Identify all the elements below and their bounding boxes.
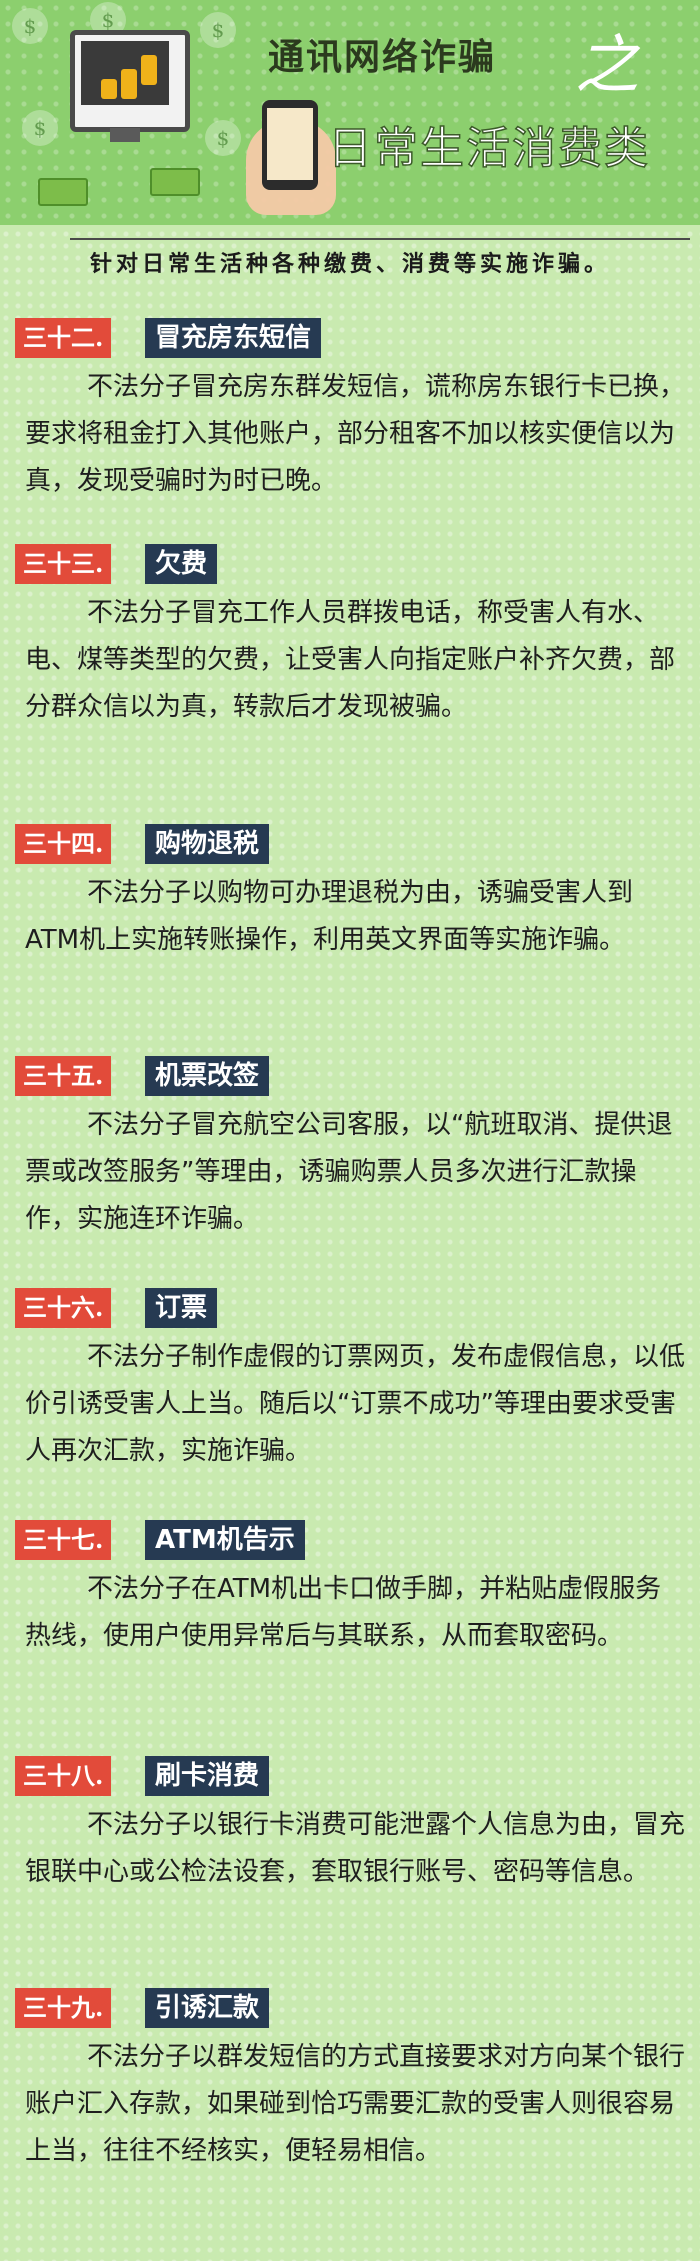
section-number: 三十五.: [15, 1056, 112, 1096]
dollar-icon: $: [22, 110, 58, 146]
section-body: 不法分子冒充工作人员群拨电话，称受害人有水、电、煤等类型的欠费，让受害人向指定账…: [25, 598, 676, 722]
cash-icon: [38, 178, 88, 206]
cash-icon: [150, 168, 200, 196]
monitor-stand: [110, 128, 140, 142]
section-title: 购物退税: [145, 824, 270, 864]
smartphone-icon: [262, 100, 318, 190]
section-body: 不法分子以群发短信的方式直接要求对方向某个银行账户汇入存款，如果碰到恰巧需要汇款…: [25, 2042, 686, 2166]
section-title: 刷卡消费: [145, 1756, 270, 1796]
section-body: 不法分子制作虚假的订票网页，发布虚假信息，以低价引诱受害人上当。随后以“订票不成…: [25, 1342, 686, 1466]
section-32: 三十二. 冒充房东短信 不法分子冒充房东群发短信，谎称房东银行卡已换，要求将租金…: [0, 318, 700, 505]
section-body: 不法分子以银行卡消费可能泄露个人信息为由，冒充银联中心或公检法设套，套取银行账号…: [25, 1810, 686, 1887]
section-number: 三十三.: [15, 544, 112, 584]
header-banner: $ $ $ $ $ 通讯网络诈骗 之 日常生活消费类: [0, 0, 700, 225]
section-number: 三十九.: [15, 1988, 112, 2028]
section-number: 三十二.: [15, 318, 112, 358]
subtitle-divider: [70, 238, 690, 240]
section-38: 三十八. 刷卡消费 不法分子以银行卡消费可能泄露个人信息为由，冒充银联中心或公检…: [0, 1756, 700, 1896]
title-zhi: 之: [575, 29, 639, 103]
section-number: 三十六.: [15, 1288, 112, 1328]
section-title: 引诱汇款: [145, 1988, 270, 2028]
computer-monitor-icon: [70, 30, 190, 132]
dollar-icon: $: [12, 8, 48, 44]
subtitle: 针对日常生活种各种缴费、消费等实施诈骗。: [89, 251, 610, 277]
section-number: 三十七.: [15, 1520, 112, 1560]
section-34: 三十四. 购物退税 不法分子以购物可办理退税为由，诱骗受害人到ATM机上实施转账…: [0, 824, 700, 964]
section-33: 三十三. 欠费 不法分子冒充工作人员群拨电话，称受害人有水、电、煤等类型的欠费，…: [0, 544, 700, 731]
title-line-1: 通讯网络诈骗: [268, 37, 497, 78]
section-title: 机票改签: [145, 1056, 270, 1096]
dollar-icon: $: [200, 12, 236, 48]
section-title: ATM机告示: [145, 1520, 305, 1560]
section-body: 不法分子在ATM机出卡口做手脚，并粘贴虚假服务热线，使用户使用异常后与其联系，从…: [25, 1574, 662, 1651]
section-39: 三十九. 引诱汇款 不法分子以群发短信的方式直接要求对方向某个银行账户汇入存款，…: [0, 1988, 700, 2175]
section-body: 不法分子以购物可办理退税为由，诱骗受害人到ATM机上实施转账操作，利用英文界面等…: [25, 878, 634, 955]
section-number: 三十八.: [15, 1756, 112, 1796]
section-title: 冒充房东短信: [145, 318, 322, 358]
section-body: 不法分子冒充航空公司客服，以“航班取消、提供退票或改签服务”等理由，诱骗购票人员…: [25, 1110, 673, 1234]
section-body: 不法分子冒充房东群发短信，谎称房东银行卡已换，要求将租金打入其他账户，部分租客不…: [25, 372, 686, 496]
section-37: 三十七. ATM机告示 不法分子在ATM机出卡口做手脚，并粘贴虚假服务热线，使用…: [0, 1520, 700, 1660]
dollar-icon: $: [205, 120, 241, 156]
section-title: 订票: [145, 1288, 218, 1328]
section-36: 三十六. 订票 不法分子制作虚假的订票网页，发布虚假信息，以低价引诱受害人上当。…: [0, 1288, 700, 1475]
section-title: 欠费: [145, 544, 218, 584]
section-35: 三十五. 机票改签 不法分子冒充航空公司客服，以“航班取消、提供退票或改签服务”…: [0, 1056, 700, 1243]
section-number: 三十四.: [15, 824, 112, 864]
title-line-2: 日常生活消费类: [327, 122, 650, 175]
